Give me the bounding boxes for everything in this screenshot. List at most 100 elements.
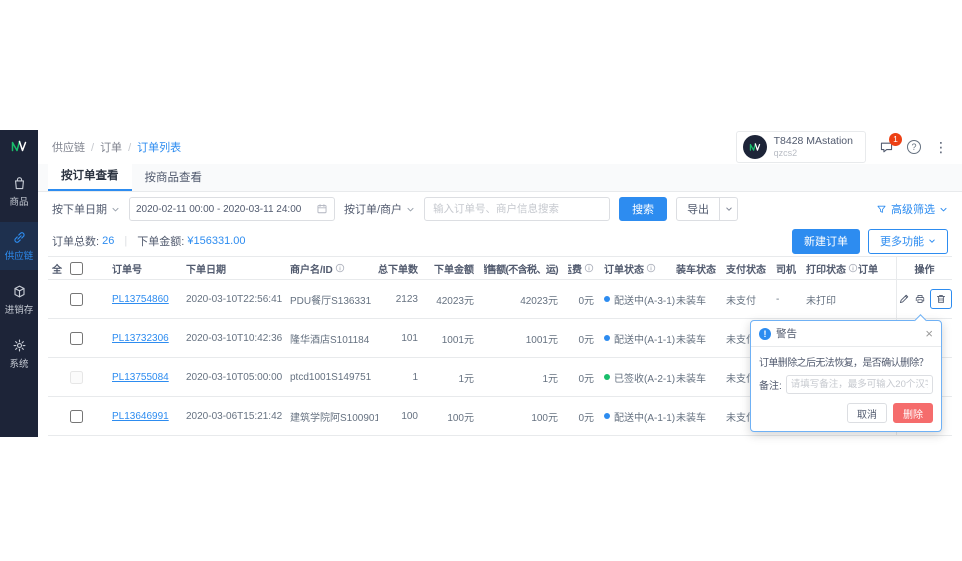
tab-by-product[interactable]: 按商品查看 [132,165,216,191]
cell-merchant: 隆华酒店S101184 [290,319,378,357]
export-button[interactable]: 导出 [676,197,720,221]
order-count-value: 26 [102,235,114,247]
breadcrumb-item[interactable]: 订单 [85,139,122,155]
search-type-select[interactable]: 按订单/商户 [344,201,415,217]
select-all-checkbox[interactable] [70,262,83,275]
export-dropdown-button[interactable] [720,197,738,221]
cell-merchant: PDU餐厅S136331 [290,280,378,318]
info-icon[interactable] [646,263,656,273]
vertical-dots-icon: ⋮ [934,139,948,156]
sidebar: 商品 供应链 进销存 系统 [0,130,38,437]
supply-chain-icon [12,230,27,245]
cancel-button[interactable]: 取消 [847,403,887,423]
cell-total-qty: 2123 [378,280,428,318]
cell-load-status: 未装车 [676,280,726,318]
popover-footer: 取消 删除 [751,396,941,431]
row-checkbox[interactable] [70,293,83,306]
status-dot [604,413,610,419]
export-split-button: 导出 [676,197,738,221]
status-dot [604,374,610,380]
close-icon[interactable]: × [925,327,933,340]
cell-load-status: 未装车 [676,358,726,396]
column-header-pay-status: 支付状态 [726,257,776,279]
chevron-down-icon [406,205,415,214]
column-header-order-amount: 下单金额 [428,257,484,279]
cell-order-note [858,280,896,318]
sidebar-item-goods[interactable]: 商品 [0,168,38,216]
advanced-filter-button[interactable]: 高级筛选 [876,201,948,217]
info-icon[interactable] [848,263,858,273]
order-amount-value: ¥156331.00 [187,235,245,247]
column-header-order-date: 下单日期 [186,257,290,279]
order-number-link[interactable]: PL13754860 [112,294,169,305]
print-order-button[interactable] [914,293,926,305]
app-window: 商品 供应链 进销存 系统 供应链 订单 订单 [0,130,962,437]
column-header-load-status: 装车状态 [676,257,726,279]
new-order-button[interactable]: 新建订单 [792,229,860,254]
cell-load-status: 未装车 [676,397,726,435]
order-number-link[interactable]: PL13646991 [112,411,169,422]
cell-order-date: 2020-03-10T05:00:00 [186,358,290,396]
cell-order-status: 配送中(A-3-1) [604,280,676,318]
cell-sales-amount: 42023元 [484,280,568,318]
order-number-link[interactable]: PL13732306 [112,333,169,344]
breadcrumb-current: 订单列表 [122,139,181,155]
row-checkbox [70,371,83,384]
table-row: PL13754860 2020-03-10T22:56:41 PDU餐厅S136… [48,280,952,319]
cell-sales-amount: 1001元 [484,319,568,357]
app-logo [9,136,29,156]
info-icon[interactable] [584,263,594,273]
sidebar-item-label: 进销存 [5,302,34,316]
confirm-delete-button[interactable]: 删除 [893,403,933,423]
column-header-order-status: 订单状态 [604,257,676,279]
popover-body: 订单删除之后无法恢复，是否确认删除？ 备注: [751,347,941,396]
select-all-label: 全 [52,261,62,276]
cell-order-amount: 100元 [428,397,484,435]
sidebar-item-system[interactable]: 系统 [0,330,38,378]
cell-order-status: 已签收(A-2-1) [604,358,676,396]
row-checkbox[interactable] [70,332,83,345]
popover-header: ! 警告 × [751,321,941,347]
more-menu-button[interactable]: ⋮ [934,139,948,156]
summary-row: 订单总数: 26 下单金额: ¥156331.00 新建订单 更多功能 [38,226,962,256]
sidebar-item-supply-chain[interactable]: 供应链 [0,222,38,270]
messages-button[interactable]: 1 [879,140,894,155]
info-icon[interactable] [335,263,345,273]
row-checkbox[interactable] [70,410,83,423]
note-input[interactable] [786,375,933,394]
breadcrumb-item[interactable]: 供应链 [52,139,85,155]
table-header: 全 订单号 下单日期 商户名/ID 总下单数 下单金额 销售额(不含税、运) 运… [48,256,952,280]
view-tabs: 按订单查看 按商品查看 [38,164,962,192]
edit-order-button[interactable] [898,293,910,305]
order-number-link[interactable]: PL13755084 [112,372,169,383]
column-header-driver: 司机 [776,257,806,279]
order-amount-label: 下单金额: [137,233,184,249]
cell-sales-amount: 1元 [484,358,568,396]
column-header-actions: 操作 [896,257,952,279]
popover-title: 警告 [776,326,797,341]
user-menu[interactable]: T8428 MAstation qzcs2 [736,131,866,163]
search-input[interactable] [424,197,610,221]
date-range-value[interactable] [130,204,316,215]
tab-by-order[interactable]: 按订单查看 [48,163,132,191]
help-button[interactable]: ? [907,140,921,154]
user-name: T8428 MAstation [774,135,853,148]
cell-actions [896,280,952,318]
cell-freight: 0元 [568,358,604,396]
date-range-input[interactable] [129,197,335,221]
cell-order-date: 2020-03-10T10:42:36 [186,319,290,357]
delete-order-button[interactable] [930,289,952,309]
goods-icon [12,176,27,191]
avatar [743,135,767,159]
cell-order-amount: 42023元 [428,280,484,318]
breadcrumb: 供应链 订单 订单列表 [52,139,181,155]
column-header-sales-amount: 销售额(不含税、运) [484,257,568,279]
date-type-select[interactable]: 按下单日期 [52,201,120,217]
inventory-icon [12,284,27,299]
more-functions-button[interactable]: 更多功能 [868,229,948,254]
search-button[interactable]: 搜索 [619,197,667,221]
sidebar-item-inventory[interactable]: 进销存 [0,276,38,324]
notification-badge: 1 [889,133,902,146]
column-header-total-qty: 总下单数 [378,257,428,279]
calendar-icon [316,203,328,215]
